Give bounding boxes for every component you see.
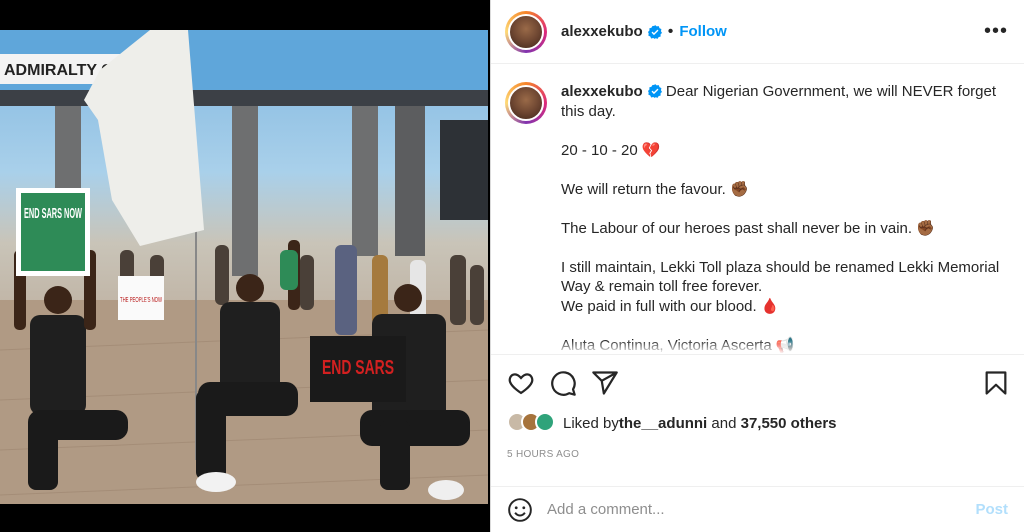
post-modal: ADMIRALTY CIRCLE END SARS NOW THE PEOPLE…	[0, 0, 1024, 532]
emoji-icon[interactable]	[507, 497, 533, 523]
action-bar	[491, 354, 1024, 410]
header-username[interactable]: alexxekubo	[561, 23, 643, 40]
separator-dot: •	[667, 22, 674, 40]
caption-line: I still maintain, Lekki Toll plaza shoul…	[561, 258, 1004, 296]
caption-line: We paid in full with our blood. 🩸	[561, 297, 780, 315]
caption-line: We will return the favour. ✊🏾	[561, 180, 749, 198]
likes-prefix: Liked by	[563, 414, 619, 432]
comment-icon[interactable]	[549, 369, 577, 397]
comment-bar: Post	[491, 486, 1024, 532]
more-options-icon[interactable]: •••	[984, 20, 1008, 43]
post-header: alexxekubo • Follow •••	[491, 0, 1024, 64]
caption-username[interactable]: alexxekubo	[561, 83, 643, 100]
comment-input[interactable]	[547, 501, 976, 518]
verified-badge-icon	[647, 24, 662, 39]
caption-line: The Labour of our heroes past shall neve…	[561, 219, 935, 237]
likes-others-link[interactable]: 37,550 others	[741, 415, 837, 432]
share-icon[interactable]	[591, 369, 619, 397]
caption-fade	[491, 340, 1024, 354]
caption-text: alexxekubo Dear Nigerian Government, we …	[561, 82, 1001, 354]
photo-area: ADMIRALTY CIRCLE END SARS NOW THE PEOPLE…	[0, 0, 490, 532]
post-panel: alexxekubo • Follow ••• alexxekubo Dear …	[490, 0, 1024, 532]
liker-avatar[interactable]	[535, 412, 555, 432]
avatar[interactable]	[508, 13, 544, 50]
caption-area: alexxekubo Dear Nigerian Government, we …	[491, 64, 1024, 354]
caption-avatar[interactable]	[508, 85, 544, 121]
likes-row: Liked by the__adunni and 37,550 others	[507, 412, 837, 434]
likes-user-link[interactable]: the__adunni	[619, 415, 707, 432]
follow-button[interactable]: Follow	[679, 23, 727, 40]
post-comment-button[interactable]: Post	[975, 501, 1008, 518]
likes-and: and	[707, 414, 741, 432]
post-timestamp[interactable]: 5 HOURS AGO	[507, 449, 579, 460]
caption-line: 20 - 10 - 20 💔	[561, 141, 661, 159]
placard-people: THE PEOPLE'S NOW	[120, 297, 162, 304]
story-ring[interactable]	[505, 10, 547, 53]
bookmark-icon[interactable]	[982, 369, 1010, 397]
placard-end-sars: END SARS	[322, 357, 394, 379]
placard-end-sars-now: END SARS NOW	[24, 205, 82, 222]
liker-avatars[interactable]	[507, 412, 557, 434]
post-photo[interactable]: ADMIRALTY CIRCLE END SARS NOW THE PEOPLE…	[0, 30, 488, 504]
caption-story-ring[interactable]	[505, 82, 547, 124]
photo-illustration: ADMIRALTY CIRCLE END SARS NOW THE PEOPLE…	[0, 30, 488, 504]
caption-verified-badge-icon	[647, 84, 662, 98]
heart-icon[interactable]	[507, 369, 535, 397]
